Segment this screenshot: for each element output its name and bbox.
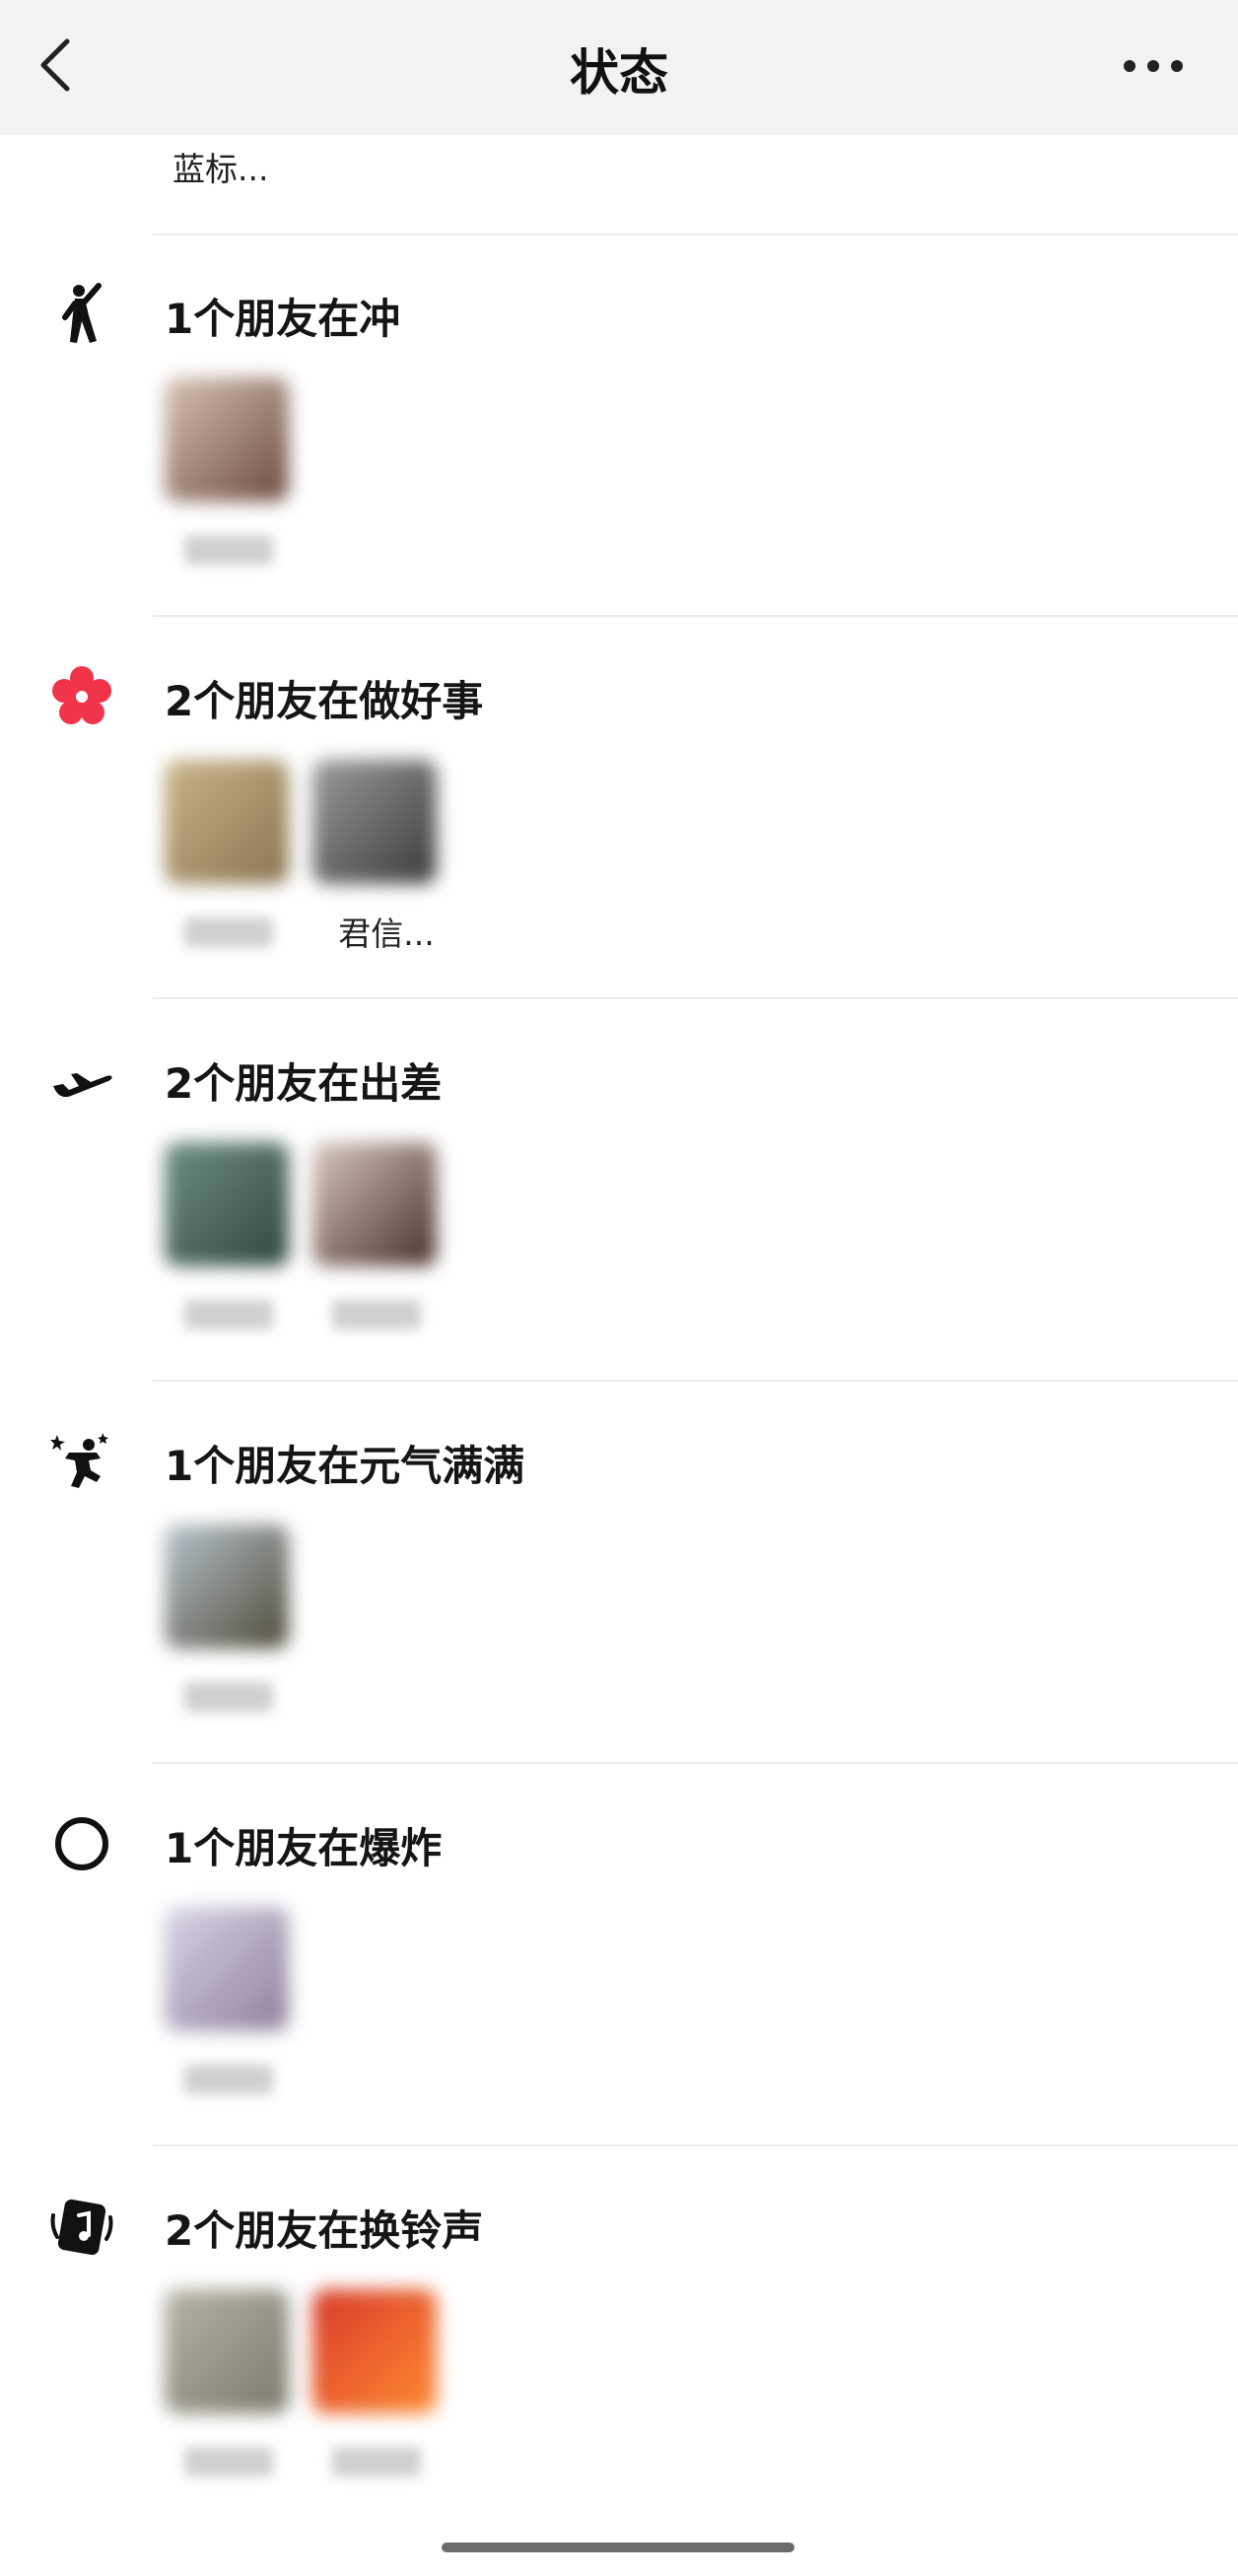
energetic-person-icon	[49, 1429, 114, 1494]
friend-item[interactable]	[165, 1525, 312, 1731]
blurred-name	[184, 535, 273, 565]
home-indicator	[442, 2542, 794, 2552]
friend-item[interactable]	[165, 760, 312, 967]
blurred-name	[184, 1300, 273, 1329]
friend-item[interactable]	[165, 2289, 312, 2496]
status-title: 1个朋友在元气满满	[165, 1442, 525, 1490]
avatar	[165, 2289, 289, 2413]
status-title: 2个朋友在出差	[165, 1059, 443, 1108]
avatar	[165, 1907, 289, 2031]
more-button[interactable]	[1114, 49, 1193, 83]
blurred-name	[184, 1682, 273, 1712]
avatar	[312, 760, 437, 884]
status-title: 2个朋友在做好事	[165, 677, 484, 725]
avatar	[312, 2289, 437, 2413]
blurred-name	[184, 2065, 273, 2094]
friend-item[interactable]	[312, 1142, 460, 1349]
status-title: 1个朋友在冲	[165, 295, 401, 343]
blurred-name	[332, 1300, 421, 1329]
music-card-icon	[49, 2194, 114, 2259]
status-title: 2个朋友在换铃声	[165, 2206, 484, 2255]
status-section[interactable]: 1个朋友在元气满满	[0, 1382, 1238, 1764]
status-section[interactable]: 2个朋友在换铃声	[0, 2146, 1238, 2529]
avatar	[165, 1525, 289, 1649]
status-section[interactable]: 2个朋友在做好事君信...	[0, 617, 1238, 999]
friend-item[interactable]: 君信...	[312, 760, 460, 967]
blurred-name	[184, 2447, 273, 2476]
ring-icon	[49, 1811, 114, 1876]
friend-name: 蓝标...	[172, 150, 269, 188]
airplane-icon	[49, 1047, 114, 1112]
status-section[interactable]: 2个朋友在出差	[0, 999, 1238, 1382]
red-flower-icon	[49, 664, 114, 729]
status-section[interactable]: 1个朋友在冲	[0, 235, 1238, 617]
friend-item[interactable]	[165, 377, 312, 584]
avatar	[165, 377, 289, 502]
status-title: 1个朋友在爆炸	[165, 1824, 443, 1872]
cheering-person-icon	[49, 282, 114, 347]
avatar	[312, 1142, 437, 1266]
friend-name: 君信...	[338, 915, 435, 953]
avatar	[165, 760, 289, 884]
avatar	[165, 1142, 289, 1266]
friend-item[interactable]	[312, 2289, 460, 2496]
friend-item[interactable]	[165, 1907, 312, 2114]
friend-item[interactable]	[165, 1142, 312, 1349]
navigation-bar: 状态	[0, 0, 1238, 135]
status-section[interactable]: 1个朋友在爆炸	[0, 1764, 1238, 2146]
blurred-name	[332, 2447, 421, 2476]
ellipsis-icon	[1124, 60, 1183, 72]
blurred-name	[184, 917, 273, 947]
page-title: 状态	[570, 44, 668, 102]
